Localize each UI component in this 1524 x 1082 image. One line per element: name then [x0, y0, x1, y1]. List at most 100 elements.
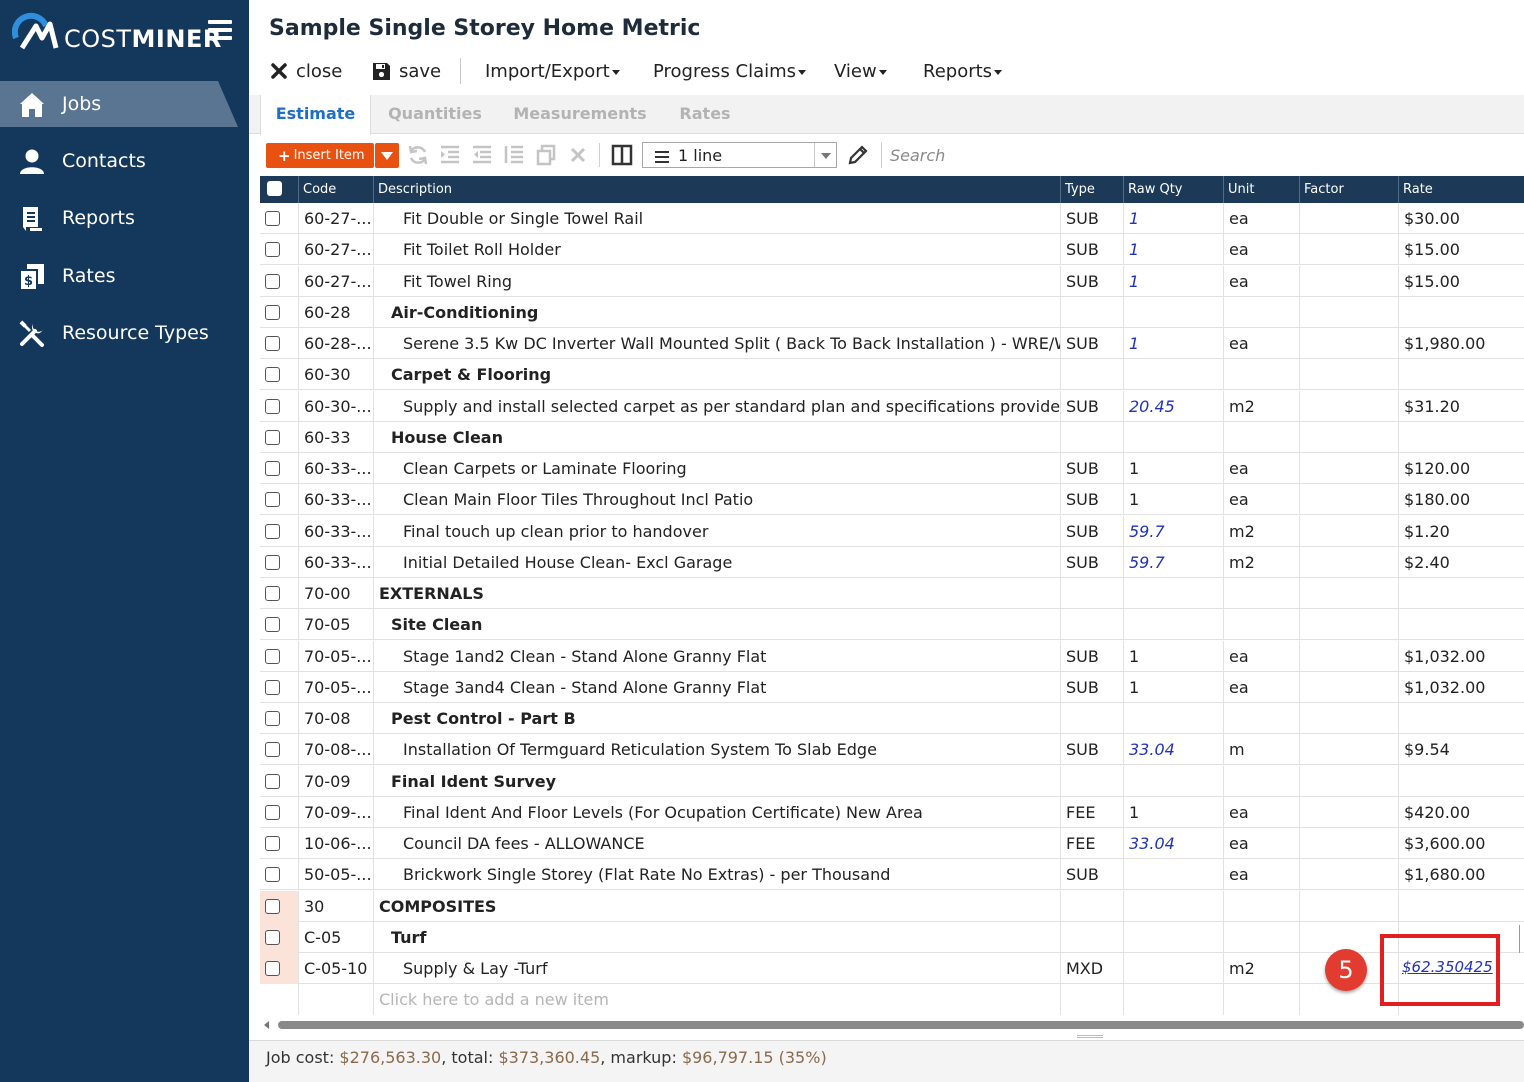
unit-cell[interactable]: ea: [1223, 796, 1299, 828]
add-new-item-row[interactable]: Click here to add a new item: [260, 984, 1524, 1016]
sidebar-item-contacts[interactable]: Contacts: [0, 138, 249, 184]
factor-cell[interactable]: [1299, 578, 1398, 609]
type-cell[interactable]: SUB: [1060, 671, 1123, 703]
row-checkbox[interactable]: [265, 461, 280, 476]
description-cell[interactable]: House Clean: [373, 421, 1060, 453]
sidebar-item-jobs[interactable]: Jobs: [0, 81, 249, 127]
row-checkbox[interactable]: [265, 961, 280, 976]
description-cell[interactable]: Site Clean: [373, 609, 1060, 641]
code-cell[interactable]: 60-33-...: [298, 453, 373, 484]
description-cell[interactable]: Fit Double or Single Towel Rail: [373, 203, 1060, 234]
type-cell[interactable]: [1060, 890, 1123, 922]
unit-cell[interactable]: m2: [1223, 953, 1299, 984]
row-checkbox[interactable]: [265, 336, 280, 351]
description-cell[interactable]: Carpet & Flooring: [373, 359, 1060, 391]
table-row[interactable]: 60-28 Air-Conditioning: [260, 296, 1524, 328]
table-row[interactable]: 60-33-... Initial Detailed House Clean- E…: [260, 546, 1524, 578]
hamburger-menu-icon[interactable]: [208, 20, 232, 42]
row-checkbox[interactable]: [265, 554, 280, 570]
pencil-icon[interactable]: [847, 144, 869, 166]
factor-cell[interactable]: [1299, 828, 1398, 859]
row-checkbox[interactable]: [265, 523, 280, 539]
type-cell[interactable]: SUB: [1060, 390, 1123, 422]
rate-cell[interactable]: $1,032.00: [1398, 671, 1524, 703]
column-header-description[interactable]: Description: [373, 176, 1060, 203]
raw-qty-cell[interactable]: [1123, 296, 1223, 328]
unit-cell[interactable]: [1223, 296, 1299, 328]
code-cell[interactable]: 60-30-...: [298, 390, 373, 422]
row-checkbox[interactable]: [265, 648, 280, 664]
unit-cell[interactable]: ea: [1223, 265, 1299, 297]
code-cell[interactable]: 70-09: [298, 765, 373, 797]
table-row[interactable]: 10-06-... Council DA fees - ALLOWANCE FEE 3…: [260, 828, 1524, 859]
factor-cell[interactable]: [1299, 296, 1398, 328]
code-cell[interactable]: 60-33: [298, 421, 373, 453]
raw-qty-cell[interactable]: 1: [1123, 203, 1223, 234]
type-cell[interactable]: FEE: [1060, 796, 1123, 828]
type-cell[interactable]: FEE: [1060, 828, 1123, 859]
table-row[interactable]: C-05 Turf: [260, 921, 1524, 953]
factor-cell[interactable]: [1299, 734, 1398, 766]
table-row[interactable]: 70-09-... Final Ident And Floor Levels (F…: [260, 796, 1524, 828]
rate-cell[interactable]: $15.00: [1398, 234, 1524, 266]
columns-icon[interactable]: [611, 144, 633, 166]
unit-cell[interactable]: ea: [1223, 484, 1299, 516]
copy-icon[interactable]: [535, 144, 557, 166]
type-cell[interactable]: MXD: [1060, 953, 1123, 984]
unit-cell[interactable]: ea: [1223, 671, 1299, 703]
code-cell[interactable]: 30: [298, 890, 373, 922]
rate-cell[interactable]: [1398, 609, 1524, 641]
factor-cell[interactable]: [1299, 859, 1398, 891]
table-row[interactable]: 60-30 Carpet & Flooring: [260, 359, 1524, 391]
scroll-left-icon[interactable]: [264, 1021, 269, 1029]
code-cell[interactable]: 60-28: [298, 296, 373, 328]
raw-qty-cell[interactable]: 1: [1123, 234, 1223, 266]
factor-cell[interactable]: [1299, 546, 1398, 578]
row-checkbox[interactable]: [265, 367, 280, 383]
raw-qty-cell[interactable]: [1123, 609, 1223, 641]
raw-qty-cell[interactable]: [1123, 578, 1223, 609]
row-checkbox[interactable]: [265, 492, 280, 508]
column-header-factor[interactable]: Factor: [1299, 176, 1398, 203]
factor-cell[interactable]: [1299, 203, 1398, 234]
code-cell[interactable]: 70-08-...: [298, 734, 373, 766]
unit-cell[interactable]: ea: [1223, 234, 1299, 266]
row-checkbox[interactable]: [265, 898, 280, 914]
raw-qty-cell[interactable]: [1123, 859, 1223, 891]
raw-qty-cell[interactable]: [1123, 359, 1223, 391]
table-row[interactable]: 70-05-... Stage 3and4 Clean - Stand Alone…: [260, 671, 1524, 703]
close-button[interactable]: close: [270, 58, 342, 84]
unit-cell[interactable]: ea: [1223, 203, 1299, 234]
unit-cell[interactable]: [1223, 578, 1299, 609]
type-cell[interactable]: SUB: [1060, 515, 1123, 547]
type-cell[interactable]: [1060, 296, 1123, 328]
unit-cell[interactable]: ea: [1223, 453, 1299, 484]
rate-cell[interactable]: $1.20: [1398, 515, 1524, 547]
rate-cell[interactable]: $120.00: [1398, 453, 1524, 484]
row-checkbox[interactable]: [265, 836, 280, 851]
panel-splitter[interactable]: [1077, 1035, 1103, 1038]
code-cell[interactable]: 70-00: [298, 578, 373, 609]
unit-cell[interactable]: ea: [1223, 328, 1299, 359]
type-cell[interactable]: SUB: [1060, 640, 1123, 672]
list-structure-icon[interactable]: [503, 144, 525, 166]
rate-cell[interactable]: $31.20: [1398, 390, 1524, 422]
rate-cell[interactable]: [1398, 296, 1524, 328]
rate-cell[interactable]: [1398, 890, 1524, 922]
sidebar-item-resource-types[interactable]: Resource Types: [0, 310, 249, 356]
raw-qty-cell[interactable]: 33.04: [1123, 828, 1223, 859]
factor-cell[interactable]: [1299, 609, 1398, 641]
type-cell[interactable]: [1060, 359, 1123, 391]
code-cell[interactable]: 70-08: [298, 703, 373, 734]
row-checkbox[interactable]: [265, 804, 280, 820]
unit-cell[interactable]: m2: [1223, 515, 1299, 547]
factor-cell[interactable]: [1299, 234, 1398, 266]
description-cell[interactable]: Final Ident Survey: [373, 765, 1060, 797]
column-header-rate[interactable]: Rate: [1398, 176, 1524, 203]
factor-cell[interactable]: [1299, 890, 1398, 922]
table-row[interactable]: 60-33-... Clean Carpets or Laminate Floor…: [260, 453, 1524, 484]
code-cell[interactable]: 70-09-...: [298, 796, 373, 828]
raw-qty-cell[interactable]: [1123, 921, 1223, 953]
row-checkbox[interactable]: [265, 617, 280, 633]
table-row[interactable]: 60-33 House Clean: [260, 421, 1524, 453]
